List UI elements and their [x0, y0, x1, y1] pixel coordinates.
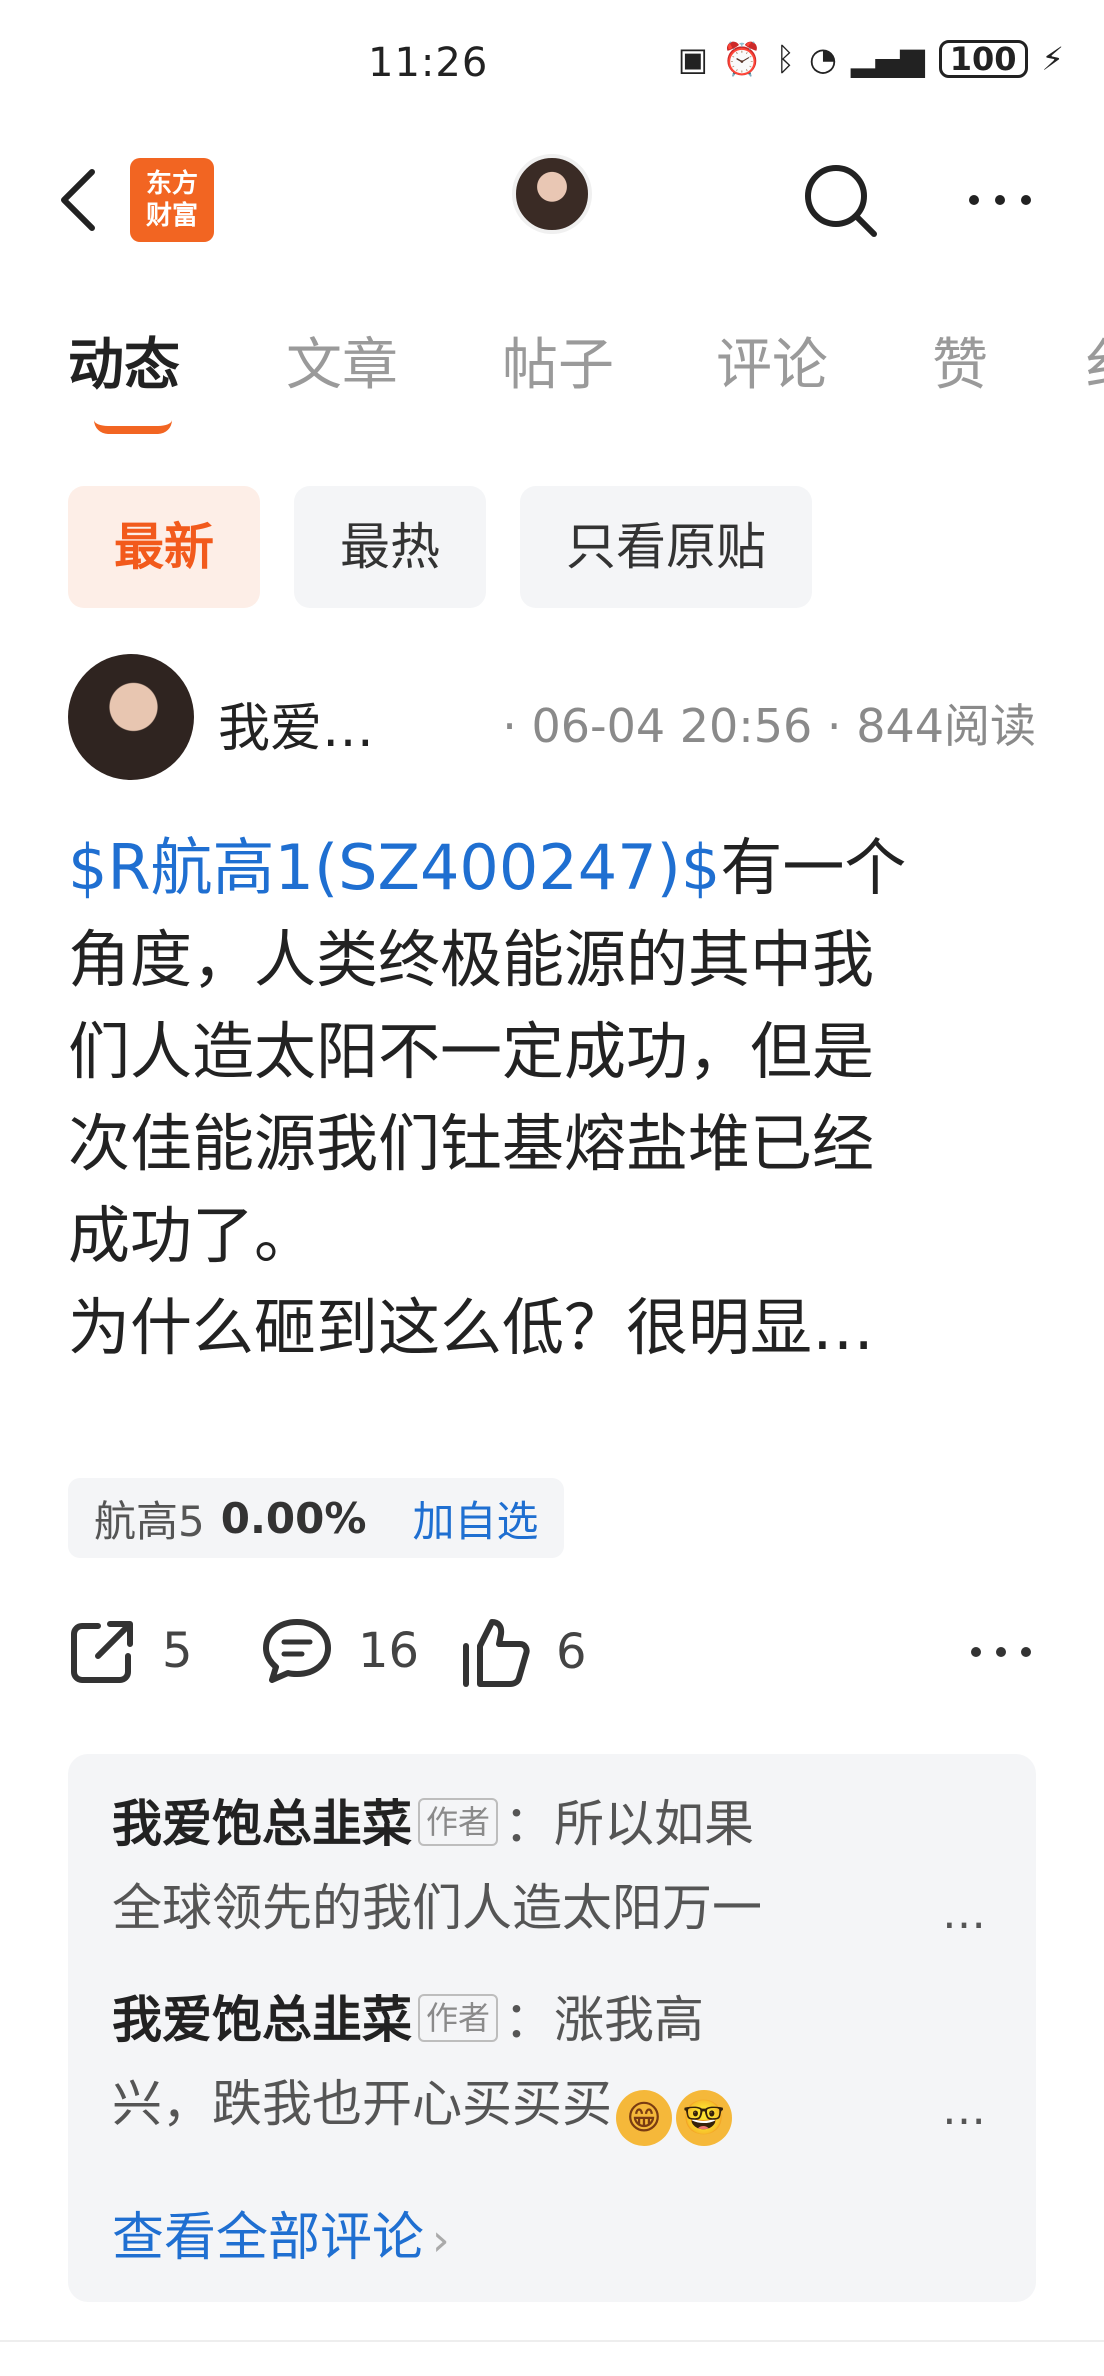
nfc-icon: ▣ — [677, 40, 708, 78]
header-avatar[interactable] — [512, 154, 592, 234]
status-time: 11:26 — [368, 40, 489, 86]
share-icon — [71, 1621, 133, 1683]
tab-likes[interactable]: 赞 — [932, 320, 988, 401]
stock-tag-percent: 0.00% — [220, 1493, 367, 1543]
post-text-line: 为什么砸到这么低？很明显… — [68, 1291, 875, 1364]
comment-count: 16 — [358, 1623, 420, 1679]
stock-tag[interactable]: 航高5 0.00% 加自选 — [68, 1478, 565, 1558]
comment-text: 全球领先的我们人造太阳万一 — [112, 1879, 762, 1937]
view-all-label: 查看全部评论 — [112, 2208, 425, 2268]
search-icon — [805, 165, 877, 237]
filter-chips: 最新 最热 只看原贴 — [68, 486, 812, 608]
post-text-line: 次佳能源我们钍基熔盐堆已经 — [68, 1107, 875, 1180]
comment-icon — [263, 1619, 331, 1683]
post-text-line: 有一个 — [720, 831, 907, 904]
comment-text: 所以如果 — [554, 1795, 755, 1853]
comments-preview[interactable]: 我爱饱总韭菜 作者 ：所以如果 全球领先的我们人造太阳万一 … 我爱饱总韭菜 作者 ：涨… — [68, 1754, 1036, 2302]
post-text-line: 成功了。 — [68, 1199, 317, 1272]
more-dots-icon — [969, 195, 1031, 205]
post-body[interactable]: $R航高1(SZ400247)$有一个 角度，人类终极能源的其中我 们人造太阳不… — [68, 822, 1036, 1374]
comment-item[interactable]: 我爱饱总韭菜 作者 ：所以如果 全球领先的我们人造太阳万一 … — [112, 1782, 992, 1978]
filter-latest[interactable]: 最新 — [68, 486, 260, 608]
comment-ellipsis: … — [942, 2084, 986, 2135]
status-bar: 11:26 ▣ ⏰ ᛒ ◔ ▂▄▆ 100 ⚡ — [0, 0, 1104, 130]
add-watchlist-button[interactable]: 加自选 — [412, 1488, 538, 1549]
5g-signal-icon: ▂▄▆ — [850, 40, 925, 78]
tab-active-indicator — [94, 420, 172, 434]
post-more-button[interactable] — [966, 1616, 1036, 1686]
logo-line2: 财富 — [145, 201, 198, 231]
author-avatar[interactable] — [68, 654, 194, 780]
bluetooth-icon: ᛒ — [775, 40, 795, 78]
post-text-line: 们人造太阳不一定成功，但是 — [68, 1015, 875, 1088]
post-author-name[interactable]: 我爱… — [218, 686, 374, 761]
chevron-right-icon: › — [432, 2215, 450, 2266]
chevron-left-icon — [61, 169, 95, 231]
battery-icon: 100 — [938, 40, 1028, 78]
stock-link[interactable]: $R航高1(SZ400247)$ — [68, 831, 720, 904]
like-button[interactable]: 6 — [458, 1616, 587, 1688]
comment-button[interactable]: 16 — [260, 1616, 419, 1686]
profile-tabs: 动态 文章 帖子 评论 赞 纟 — [0, 320, 1104, 434]
comment-text: 兴，跌我也开心买买买 — [112, 2075, 612, 2133]
more-dots-icon — [971, 1647, 1031, 1657]
post-text-line: 角度，人类终极能源的其中我 — [68, 923, 875, 996]
post-date: 06-04 20:56 — [531, 699, 813, 753]
comment-item[interactable]: 我爱饱总韭菜 作者 ：涨我高 兴，跌我也开心买买买 😁 🤓 … — [112, 1978, 992, 2174]
share-button[interactable]: 5 — [68, 1616, 193, 1686]
filter-hottest[interactable]: 最热 — [294, 486, 486, 608]
tab-dynamic[interactable]: 动态 — [68, 320, 180, 401]
author-badge: 作者 — [418, 1994, 499, 2042]
divider — [0, 2340, 1104, 2342]
smirk-emoji-icon: 🤓 — [676, 2090, 732, 2146]
comment-ellipsis: … — [942, 1888, 986, 1939]
post-actions: 5 16 6 — [68, 1616, 1036, 1706]
filter-original-only[interactable]: 只看原贴 — [520, 486, 812, 608]
tab-overflow[interactable]: 纟 — [1084, 320, 1104, 401]
like-count: 6 — [556, 1624, 587, 1680]
author-badge: 作者 — [418, 1798, 499, 1846]
profile-header: 东方 财富 — [0, 140, 1104, 260]
comment-author[interactable]: 我爱饱总韭菜 — [112, 1991, 412, 2049]
grin-emoji-icon: 😁 — [616, 2090, 672, 2146]
status-icons: ▣ ⏰ ᛒ ◔ ▂▄▆ 100 ⚡ — [678, 40, 1064, 78]
tab-articles[interactable]: 文章 — [286, 320, 398, 401]
post-reads: 844阅读 — [856, 699, 1036, 753]
view-all-comments-link[interactable]: 查看全部评论 › — [112, 2195, 450, 2270]
back-button[interactable] — [50, 160, 110, 240]
stock-tag-name: 航高5 — [94, 1496, 205, 1546]
wifi-icon: ◔ — [808, 40, 837, 78]
more-button[interactable] — [960, 160, 1040, 240]
comment-author[interactable]: 我爱饱总韭菜 — [112, 1795, 412, 1853]
share-count: 5 — [162, 1623, 193, 1679]
logo-line1: 东方 — [145, 169, 198, 199]
comment-text: 涨我高 — [554, 1991, 705, 2049]
tab-comments[interactable]: 评论 — [716, 320, 828, 401]
charging-icon: ⚡ — [1041, 40, 1064, 78]
thumbs-up-icon — [463, 1619, 530, 1687]
app-logo[interactable]: 东方 财富 — [130, 158, 214, 242]
post-header: 我爱… · 06-04 20:56 · 844阅读 — [68, 654, 1036, 784]
search-button[interactable] — [800, 160, 880, 240]
post-meta: · 06-04 20:56 · 844阅读 — [502, 699, 1036, 753]
alarm-icon: ⏰ — [721, 40, 762, 78]
tab-posts[interactable]: 帖子 — [502, 320, 614, 401]
